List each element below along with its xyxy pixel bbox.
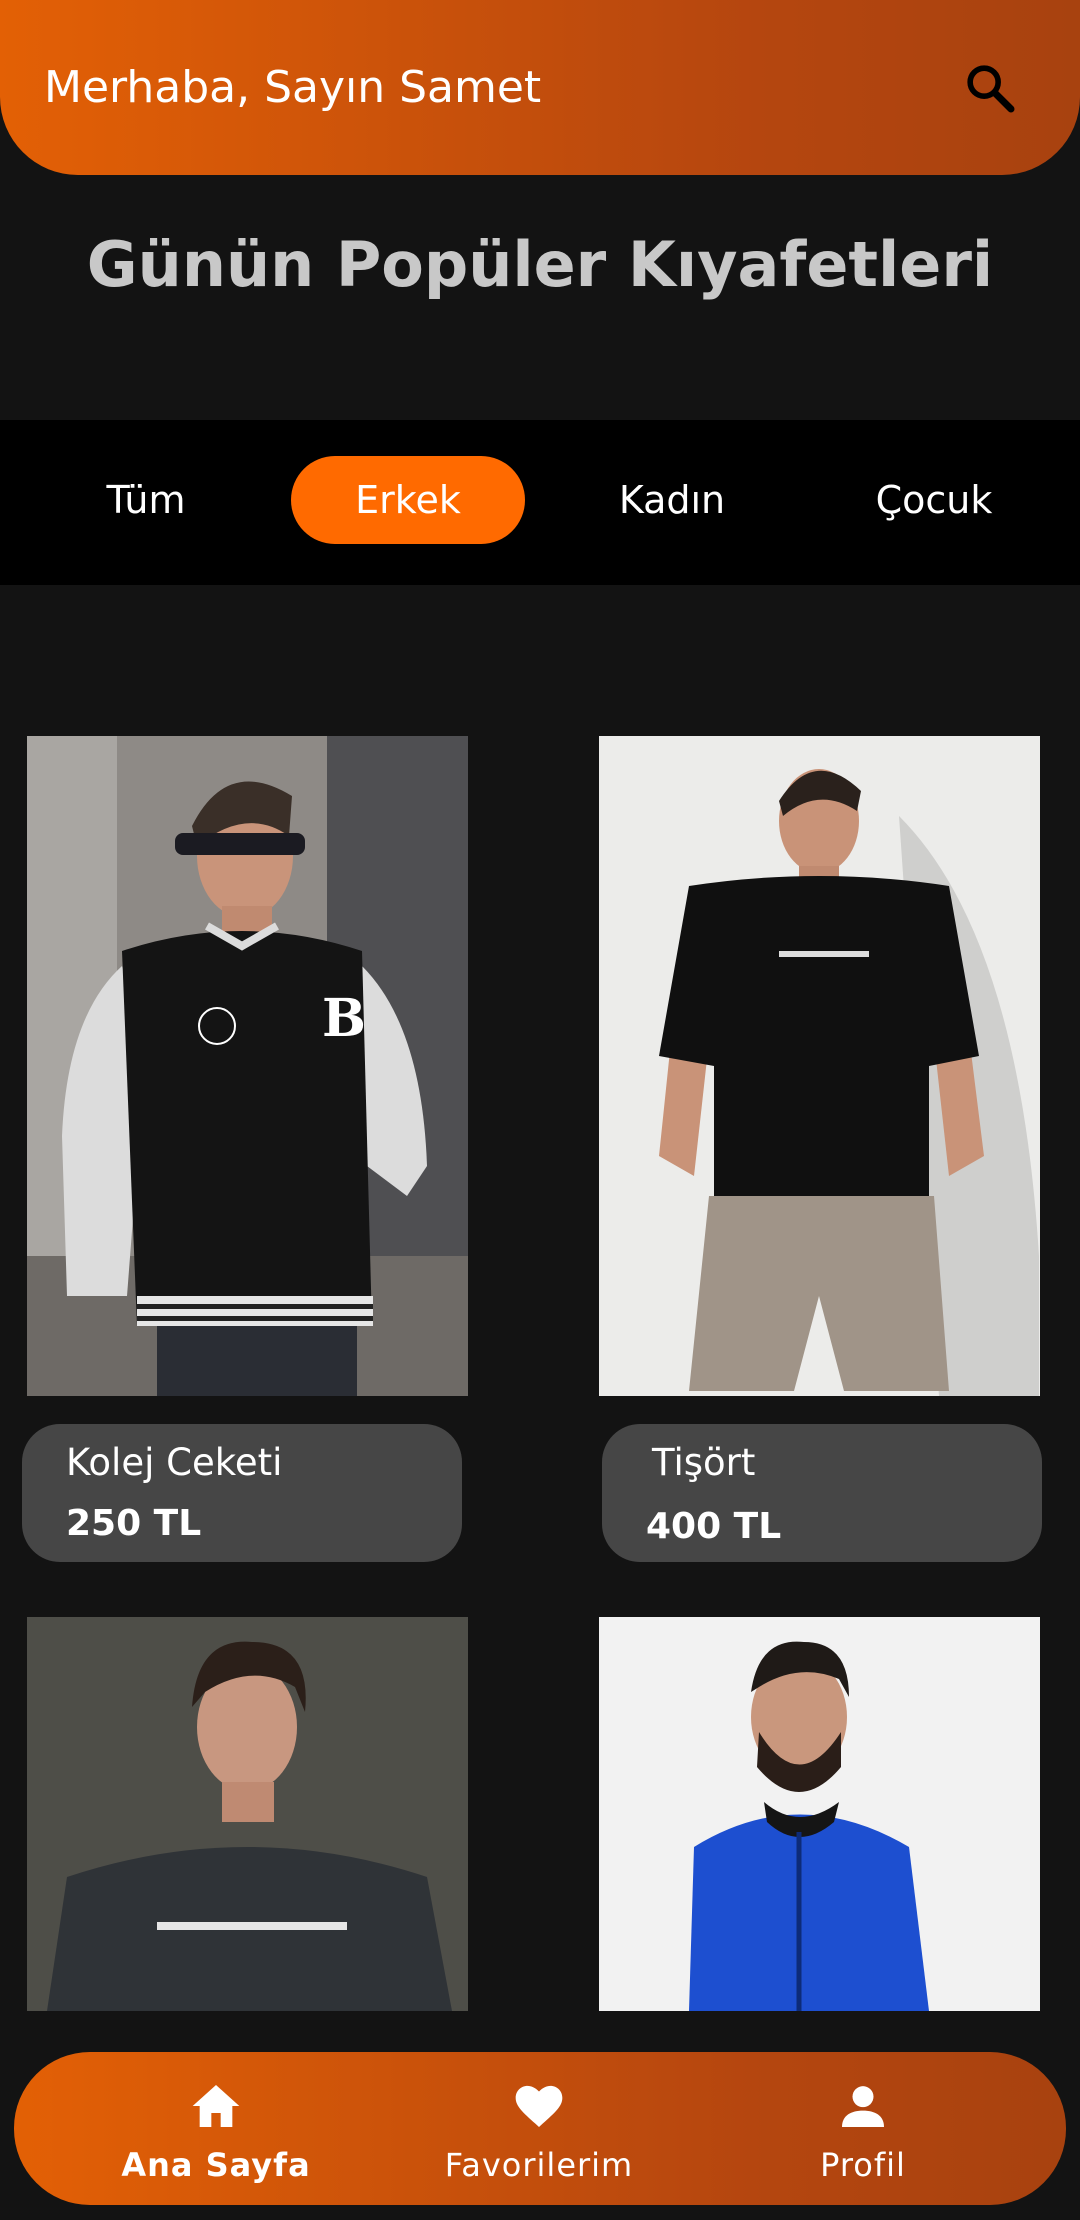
person-icon (842, 2086, 884, 2127)
product-name: Tişört (652, 1441, 756, 1484)
tab-erkek[interactable]: Erkek (291, 456, 525, 544)
nav-favorites-label: Favorilerim (444, 2146, 634, 2184)
product-price: 400 TL (646, 1506, 782, 1547)
section-title: Günün Popüler Kıyafetleri (86, 228, 994, 301)
nav-favorites[interactable]: Favorilerim (389, 2052, 689, 2205)
home-icon (192, 2085, 240, 2127)
product-card-info[interactable]: Tişört 400 TL (602, 1424, 1042, 1562)
product-card-info[interactable]: Kolej Ceketi 250 TL (22, 1424, 462, 1562)
search-button[interactable] (962, 60, 1018, 116)
svg-text:B: B (322, 988, 366, 1049)
nav-home[interactable]: Ana Sayfa (66, 2052, 366, 2205)
greeting-text: Merhaba, Sayın Samet (44, 62, 542, 113)
tab-tum[interactable]: Tüm (29, 456, 263, 544)
nav-profile-label: Profil (820, 2146, 906, 2184)
nav-profile[interactable]: Profil (713, 2052, 1013, 2205)
heart-icon (515, 2085, 563, 2127)
product-image-varsity-jacket[interactable]: B (27, 736, 468, 1396)
product-price: 250 TL (66, 1503, 202, 1544)
product-image-sweatshirt[interactable] (27, 1617, 468, 2011)
product-image-tshirt[interactable] (599, 736, 1040, 1396)
tab-cocuk[interactable]: Çocuk (817, 456, 1051, 544)
app-header: Merhaba, Sayın Samet (0, 0, 1080, 175)
search-icon (967, 65, 1015, 113)
product-image-hoodie[interactable] (599, 1617, 1040, 2011)
bottom-navigation: Ana Sayfa Favorilerim Profil (14, 2052, 1066, 2205)
category-tab-bar: Tüm Erkek Kadın Çocuk (0, 420, 1080, 585)
home-screen: Merhaba, Sayın Samet Günün Popüler Kıyaf… (0, 0, 1080, 2220)
product-name: Kolej Ceketi (66, 1441, 283, 1484)
tab-kadin[interactable]: Kadın (555, 456, 789, 544)
nav-home-label: Ana Sayfa (121, 2146, 311, 2184)
